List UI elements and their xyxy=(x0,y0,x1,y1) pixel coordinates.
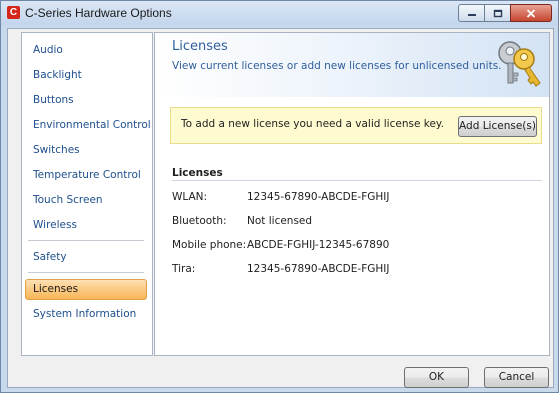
sidebar-item-switches[interactable]: Switches xyxy=(25,140,147,161)
sidebar-item-temperature-control[interactable]: Temperature Control xyxy=(25,165,147,186)
license-label-mobile-phone: Mobile phone: xyxy=(172,239,247,251)
sidebar-item-buttons[interactable]: Buttons xyxy=(25,90,147,111)
app-logo-icon: C xyxy=(7,6,20,19)
maximize-icon xyxy=(493,9,502,17)
title-bar[interactable]: C C-Series Hardware Options xyxy=(1,1,558,25)
sidebar-divider xyxy=(28,240,144,241)
keys-icon xyxy=(498,41,541,87)
sidebar-divider xyxy=(28,272,144,273)
sidebar-item-backlight[interactable]: Backlight xyxy=(25,65,147,86)
cancel-button[interactable]: Cancel xyxy=(484,367,549,388)
window-controls xyxy=(458,4,552,22)
sidebar-item-wireless[interactable]: Wireless xyxy=(25,215,147,236)
sidebar-item-audio[interactable]: Audio xyxy=(25,40,147,61)
page-title: Licenses xyxy=(172,39,228,54)
sidebar-item-touch-screen[interactable]: Touch Screen xyxy=(25,190,147,211)
minimize-button[interactable] xyxy=(458,4,485,22)
sidebar-nav: Audio Backlight Buttons Environmental Co… xyxy=(21,32,153,356)
license-label-bluetooth: Bluetooth: xyxy=(172,215,227,227)
minimize-icon xyxy=(467,14,476,16)
add-licenses-button[interactable]: Add License(s) xyxy=(458,116,537,137)
dialog-client-area: Audio Backlight Buttons Environmental Co… xyxy=(7,28,554,388)
license-label-tira: Tira: xyxy=(172,263,196,275)
sidebar-item-system-information[interactable]: System Information xyxy=(25,304,147,325)
license-key-notice: To add a new license you need a valid li… xyxy=(170,107,542,144)
sidebar-item-licenses[interactable]: Licenses xyxy=(25,279,147,300)
app-window: C C-Series Hardware Options Audio Backli… xyxy=(0,0,559,393)
licenses-section-title: Licenses xyxy=(172,167,223,179)
section-divider xyxy=(172,180,542,181)
license-value-tira: 12345-67890-ABCDE-FGHIJ xyxy=(247,263,390,275)
sidebar-item-safety[interactable]: Safety xyxy=(25,247,147,268)
close-button[interactable] xyxy=(510,4,552,22)
close-icon xyxy=(526,8,536,18)
maximize-button[interactable] xyxy=(484,4,511,22)
sidebar-item-environmental-control[interactable]: Environmental Control xyxy=(25,115,151,136)
license-value-mobile-phone: ABCDE-FGHIJ-12345-67890 xyxy=(247,239,390,251)
page-description: View current licenses or add new license… xyxy=(172,60,502,72)
licenses-panel: Licenses View current licenses or add ne… xyxy=(154,32,550,356)
license-label-wlan: WLAN: xyxy=(172,191,208,203)
window-title: C-Series Hardware Options xyxy=(25,6,172,20)
license-value-wlan: 12345-67890-ABCDE-FGHIJ xyxy=(247,191,390,203)
notice-text: To add a new license you need a valid li… xyxy=(181,118,444,130)
ok-button[interactable]: OK xyxy=(404,367,469,388)
license-value-bluetooth: Not licensed xyxy=(247,215,313,227)
panel-header: Licenses View current licenses or add ne… xyxy=(155,33,549,97)
